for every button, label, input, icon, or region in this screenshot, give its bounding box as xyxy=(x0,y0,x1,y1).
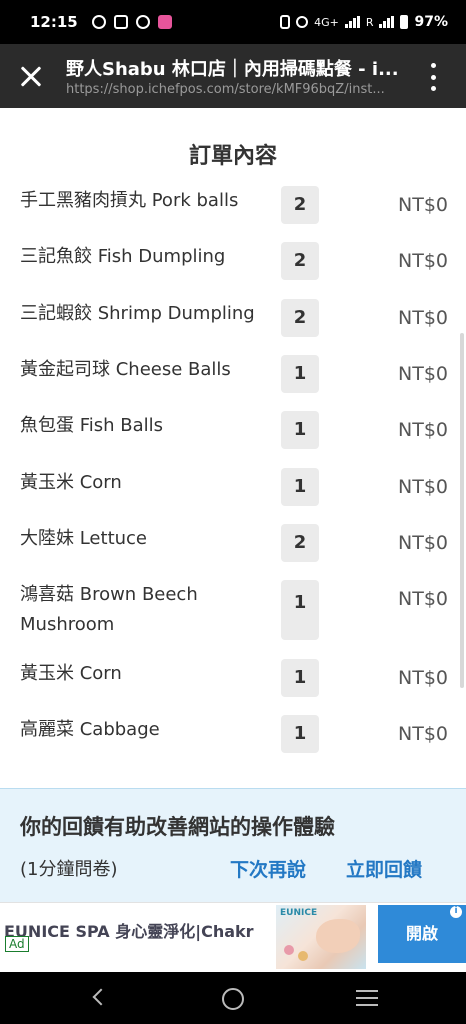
item-price: NT$0 xyxy=(398,419,448,441)
item-quantity: 1 xyxy=(281,411,319,449)
item-quantity: 2 xyxy=(281,299,319,337)
vibrate-icon xyxy=(280,15,291,29)
item-price: NT$0 xyxy=(398,723,448,745)
item-price: NT$0 xyxy=(398,532,448,554)
item-price: NT$0 xyxy=(398,476,448,498)
close-icon[interactable] xyxy=(16,62,46,92)
home-icon[interactable] xyxy=(222,988,244,1010)
ad-image-dot xyxy=(284,945,294,955)
wifi-icon xyxy=(296,16,309,28)
calendar-31-icon xyxy=(113,15,128,29)
scrollbar[interactable] xyxy=(460,333,464,688)
item-price: NT$0 xyxy=(398,250,448,272)
item-price: NT$0 xyxy=(398,667,448,689)
item-quantity: 1 xyxy=(281,355,319,393)
item-name: 黃玉米 Corn xyxy=(20,663,122,684)
item-name: 大陸妹 Lettuce xyxy=(20,528,148,549)
feedback-now-button[interactable]: 立即回饋 xyxy=(346,855,422,882)
ad-text[interactable]: EUNICE SPA 身心靈淨化|Chakr xyxy=(4,918,254,942)
item-price: NT$0 xyxy=(398,588,448,610)
ad-badge: Ad xyxy=(5,936,29,952)
ad-image-dot xyxy=(298,951,308,961)
signal-icon xyxy=(344,16,360,28)
pink-app-icon xyxy=(157,15,172,29)
back-icon[interactable] xyxy=(90,988,108,1006)
feedback-later-button[interactable]: 下次再說 xyxy=(230,855,306,882)
chat-bubble-icon xyxy=(91,15,106,29)
item-name: 魚包蛋 Fish Balls xyxy=(20,415,164,436)
item-quantity: 1 xyxy=(281,468,319,506)
item-name: 三記蝦餃 Shrimp Dumpling xyxy=(20,303,255,324)
order-content: 訂單內容 手工黑豬肉摃丸 Pork balls 2 NT$0 三記魚餃 Fish… xyxy=(0,108,466,788)
item-name: 黃玉米 Corn xyxy=(20,472,122,493)
item-quantity: 1 xyxy=(281,715,319,753)
feedback-title: 你的回饋有助改善網站的操作體驗 xyxy=(20,815,335,839)
status-bar: 12:15 4G+ R 97% xyxy=(0,0,466,44)
ad-image-text: EUNICE xyxy=(280,908,318,918)
item-quantity: 1 xyxy=(281,659,319,697)
ad-banner[interactable]: EUNICE SPA 身心靈淨化|Chakr Ad EUNICE 開啟 i xyxy=(0,902,466,972)
item-price: NT$0 xyxy=(398,363,448,385)
item-name: 三記魚餃 Fish Dumpling xyxy=(20,246,226,267)
battery-icon xyxy=(400,15,409,29)
browser-appbar: 野人Shabu 林口店｜內用掃碼點餐 - i... https://shop.i… xyxy=(0,44,466,108)
page-title: 野人Shabu 林口店｜內用掃碼點餐 - i... xyxy=(66,59,399,80)
ad-image-photo xyxy=(316,919,360,953)
roaming-flag: R xyxy=(365,15,374,29)
ad-image[interactable]: EUNICE xyxy=(276,905,366,969)
item-name: 高麗菜 Cabbage xyxy=(20,719,160,740)
system-navbar xyxy=(0,972,466,1024)
item-name: 鴻喜菇 Brown Beech Mushroom xyxy=(20,584,198,635)
battery-percent: 97% xyxy=(414,14,448,30)
status-left: 12:15 xyxy=(30,13,172,31)
ad-info-icon[interactable]: i xyxy=(449,905,463,919)
item-name: 手工黑豬肉摃丸 Pork balls xyxy=(20,190,239,211)
item-price: NT$0 xyxy=(398,194,448,216)
recent-apps-icon[interactable] xyxy=(356,990,378,1006)
order-title: 訂單內容 xyxy=(188,144,277,169)
feedback-subtitle: (1分鐘問卷) xyxy=(20,859,118,880)
page-url[interactable]: https://shop.ichefpos.com/store/kMF96bqZ… xyxy=(66,82,396,97)
item-price: NT$0 xyxy=(398,307,448,329)
status-right: 4G+ R 97% xyxy=(280,14,448,30)
item-quantity: 2 xyxy=(281,524,319,562)
network-type: 4G+ xyxy=(314,15,339,29)
item-name: 黃金起司球 Cheese Balls xyxy=(20,359,231,380)
feedback-banner: 你的回饋有助改善網站的操作體驗 (1分鐘問卷) 下次再說 立即回饋 xyxy=(0,788,466,902)
item-quantity: 1 xyxy=(281,580,319,640)
kebab-menu-icon[interactable] xyxy=(426,63,440,91)
item-quantity: 2 xyxy=(281,242,319,280)
status-time: 12:15 xyxy=(30,13,78,31)
item-quantity: 2 xyxy=(281,186,319,224)
q-app-icon xyxy=(135,15,150,29)
signal-icon xyxy=(379,16,395,28)
